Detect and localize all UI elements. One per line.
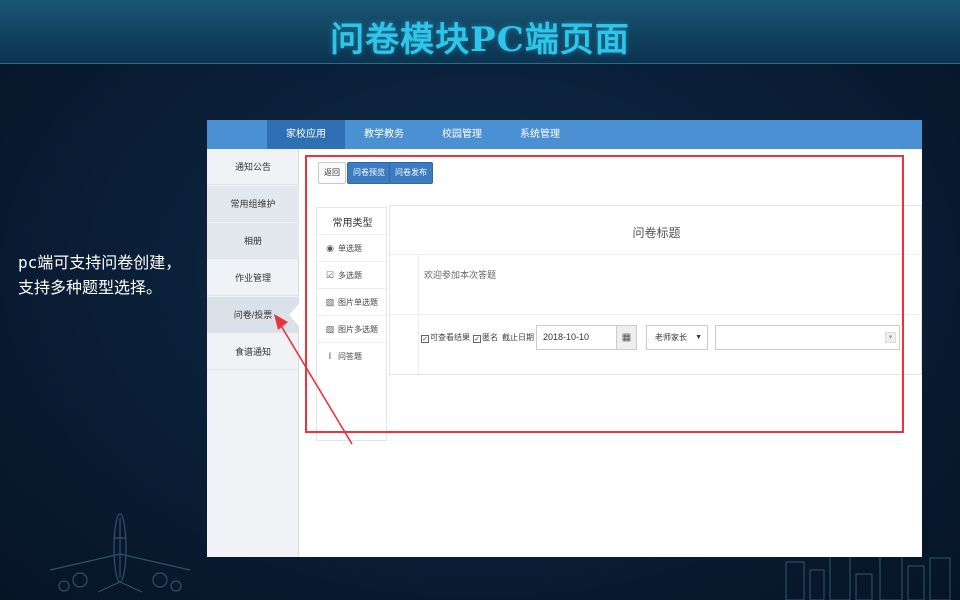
option-label: 匿名 [482, 333, 498, 342]
audience-value: 老师家长 [655, 333, 687, 342]
type-qa[interactable]: Ⅰ 问答题 [317, 342, 388, 369]
question-type-panel: 常用类型 ◉ 单选题 ☑ 多选题 ▨ 图片单选题 ▨ 图片多选题 Ⅰ 问答题 [316, 207, 388, 441]
question-type-header: 常用类型 [332, 218, 373, 229]
divider [390, 254, 922, 255]
dropdown-arrow-icon: ▾ [885, 332, 896, 343]
type-single-choice[interactable]: ◉ 单选题 [317, 234, 388, 261]
option-label: 可查看结果 [430, 333, 470, 342]
dropdown-arrow-icon: ▼ [695, 334, 702, 341]
anonymous-option[interactable]: ✓ 匿名 [473, 332, 498, 343]
nav-item-campus[interactable]: 校园管理 [423, 120, 501, 149]
sidebar-item-notice[interactable]: 通知公告 [207, 149, 299, 185]
publish-button[interactable]: 问卷发布 [389, 162, 433, 184]
sidebar-item-album[interactable]: 相册 [207, 223, 299, 259]
target-select[interactable]: ▾ [715, 325, 900, 350]
image-icon: ▨ [325, 324, 335, 334]
calendar-icon[interactable]: ▦ [616, 325, 637, 350]
nav-item-teaching[interactable]: 教学教务 [345, 120, 423, 149]
selected-indicator [289, 304, 299, 326]
app-screenshot: 家校应用 教学教务 校园管理 系统管理 通知公告 常用组维护 相册 作业管理 问… [207, 120, 922, 557]
type-label: 多选题 [338, 271, 362, 280]
survey-welcome[interactable]: 欢迎参加本次答题 [424, 268, 496, 281]
image-icon: ▨ [325, 297, 335, 307]
slide-title: 问卷模块PC端页面 [330, 20, 630, 60]
top-navigation: 家校应用 教学教务 校园管理 系统管理 [207, 120, 922, 149]
survey-title[interactable]: 问卷标题 [390, 224, 922, 241]
type-label: 单选题 [338, 244, 362, 253]
sidebar: 通知公告 常用组维护 相册 作业管理 问卷/投票 食谱通知 [207, 149, 299, 557]
airplane-decoration [49, 513, 191, 593]
nav-item-home-school[interactable]: 家校应用 [267, 120, 345, 149]
back-button[interactable]: 返回 [318, 162, 346, 184]
sidebar-item-menu[interactable]: 食谱通知 [207, 334, 299, 370]
checkbox-icon: ✓ [421, 335, 429, 343]
preview-button[interactable]: 问卷预览 [347, 162, 391, 184]
type-image-single[interactable]: ▨ 图片单选题 [317, 288, 388, 315]
type-label: 问答题 [338, 352, 362, 361]
nav-item-system[interactable]: 系统管理 [501, 120, 579, 149]
audience-select[interactable]: 老师家长 ▼ [646, 325, 708, 350]
view-results-option[interactable]: ✓ 可查看结果 [421, 332, 470, 343]
radio-icon: ◉ [326, 243, 334, 253]
sidebar-item-survey[interactable]: 问卷/投票 [207, 297, 299, 333]
type-label: 图片单选题 [338, 298, 378, 307]
deadline-label: 截止日期 [502, 333, 534, 342]
text-input-icon: Ⅰ [328, 351, 332, 361]
sidebar-item-homework[interactable]: 作业管理 [207, 260, 299, 296]
slide-description: pc端可支持问卷创建，支持多种题型选择。 [18, 253, 182, 297]
type-label: 图片多选题 [338, 325, 378, 334]
type-multi-choice[interactable]: ☑ 多选题 [317, 261, 388, 288]
type-image-multi[interactable]: ▨ 图片多选题 [317, 315, 388, 342]
checkbox-icon: ☑ [325, 270, 335, 280]
sidebar-item-groups[interactable]: 常用组维护 [207, 186, 299, 222]
divider [390, 314, 922, 315]
checkbox-icon: ✓ [473, 335, 481, 343]
